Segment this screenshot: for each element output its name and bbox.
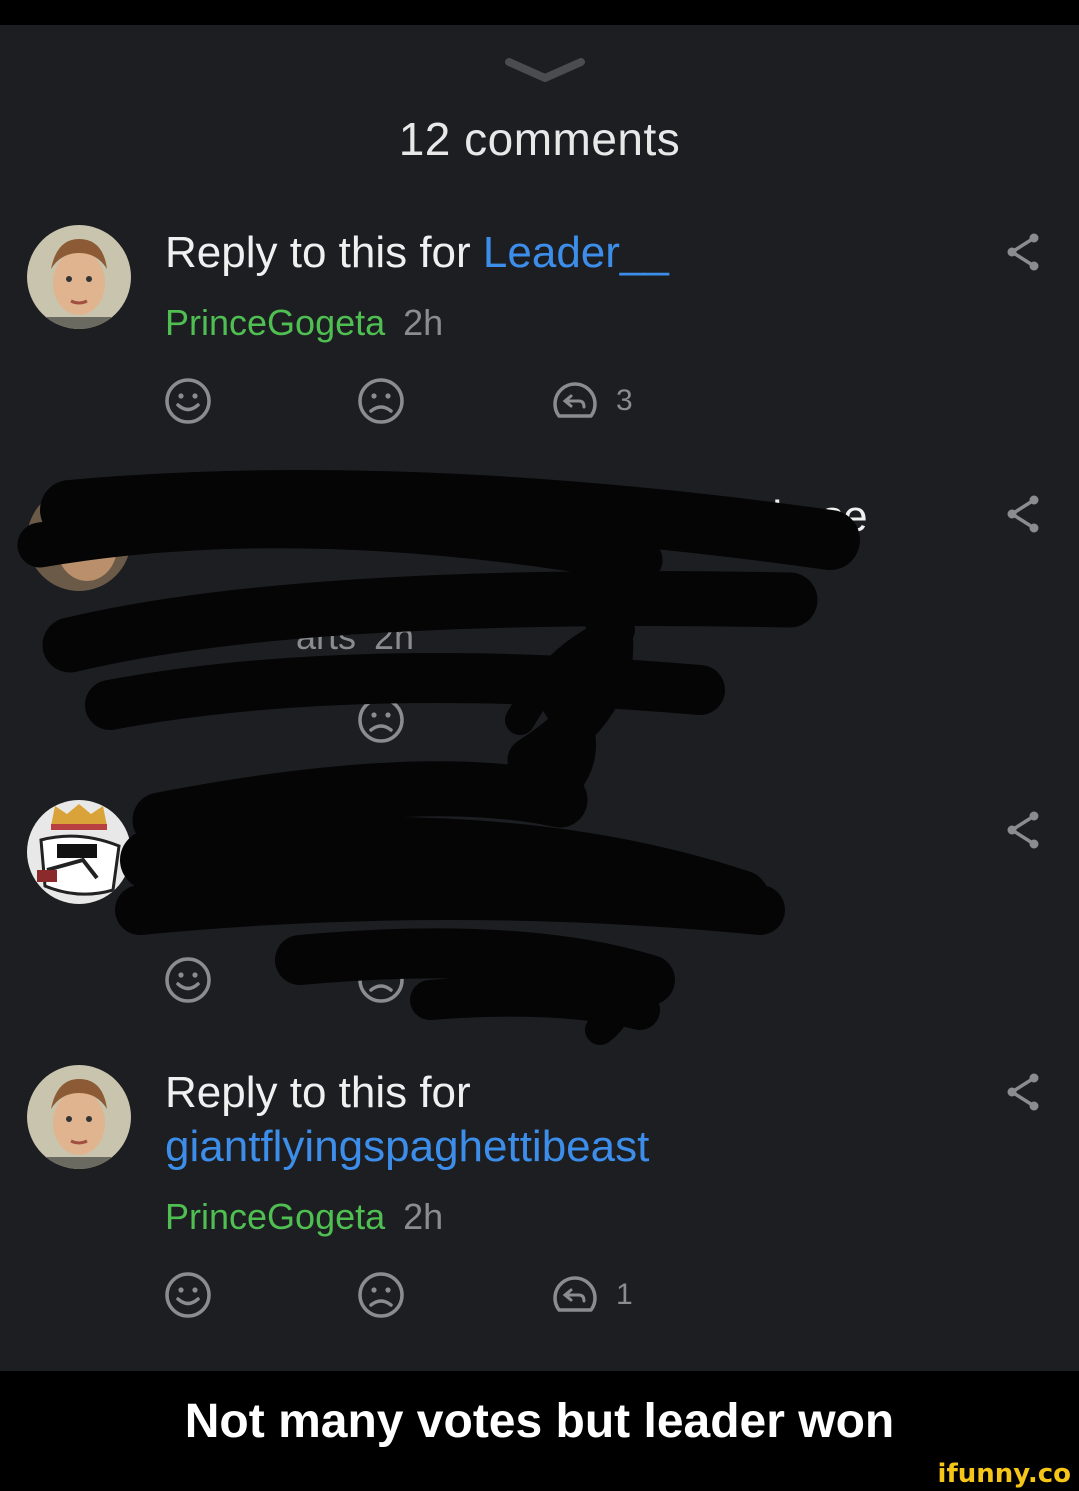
scribble-redaction: [17, 470, 860, 1045]
caption-bar: Not many votes but leader won: [0, 1371, 1079, 1471]
reply-icon[interactable]: [551, 376, 601, 426]
author-name[interactable]: PrinceGogeta: [165, 302, 385, 343]
mention-link[interactable]: Leader__: [483, 228, 669, 277]
comment-prefix: Reply to this for: [165, 228, 483, 277]
share-icon[interactable]: [1004, 1072, 1044, 1112]
smile-icon[interactable]: [163, 1270, 213, 1320]
author-name[interactable]: PrinceGogeta: [165, 1196, 385, 1237]
comment-meta: PrinceGogeta 2h: [165, 302, 443, 344]
comment-count-title: 12 comments: [398, 113, 681, 165]
reply-icon[interactable]: [551, 1270, 601, 1320]
avatar[interactable]: [27, 225, 131, 329]
timestamp: 2h: [403, 1196, 444, 1237]
comment-meta: PrinceGogeta 2h: [165, 1196, 443, 1238]
timestamp: 2h: [403, 302, 444, 343]
comment-prefix: Reply to this for: [165, 1068, 471, 1117]
reply-count: 3: [616, 384, 633, 417]
comment-text: Reply to this for giantflyingspaghettibe…: [165, 1066, 649, 1174]
avatar[interactable]: [27, 1065, 131, 1169]
smile-icon[interactable]: [163, 376, 213, 426]
reply-count: 1: [616, 1278, 633, 1311]
share-icon[interactable]: [1004, 232, 1044, 272]
chevron-down-icon[interactable]: [505, 56, 585, 84]
comment-text: Reply to this for Leader__: [165, 226, 669, 280]
meme-caption: Not many votes but leader won: [184, 1394, 895, 1448]
watermark-logo: ifunny.co: [937, 1459, 1071, 1489]
mention-link[interactable]: giantflyingspaghettibeast: [165, 1120, 649, 1174]
frown-icon[interactable]: [356, 376, 406, 426]
frown-icon[interactable]: [356, 1270, 406, 1320]
